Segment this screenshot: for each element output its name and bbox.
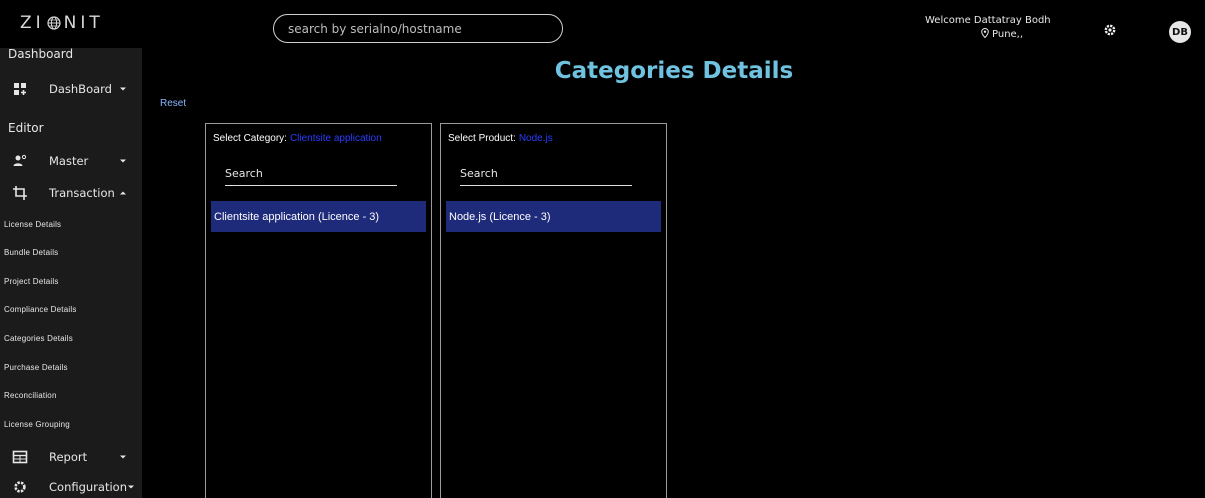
sidebar-item-dashboard-label: DashBoard bbox=[49, 82, 112, 96]
sidebar-subitem-project-details[interactable]: Project Details bbox=[4, 277, 59, 286]
category-panel-heading: Select Category: Clientsite application bbox=[213, 133, 382, 144]
sidebar-section-editor: Editor bbox=[8, 121, 44, 135]
category-heading-label: Select Category: bbox=[213, 133, 287, 144]
globe-icon bbox=[47, 16, 61, 30]
product-option[interactable]: Node.js (Licence - 3) bbox=[446, 201, 661, 232]
welcome-text: Welcome Dattatray Bodh bbox=[925, 15, 1051, 26]
transaction-icon bbox=[13, 186, 27, 200]
sidebar-subitem-purchase-details[interactable]: Purchase Details bbox=[4, 363, 68, 372]
sidebar-item-report-label: Report bbox=[49, 450, 88, 464]
chevron-down-icon bbox=[120, 159, 126, 163]
selected-category: Clientsite application bbox=[289, 133, 382, 144]
sidebar-item-master-label: Master bbox=[49, 154, 89, 168]
global-search[interactable] bbox=[273, 14, 563, 43]
product-panel: Select Product:Node.js Node.js (Licence … bbox=[440, 123, 667, 498]
location-text: Pune,, bbox=[992, 29, 1024, 40]
gear-icon bbox=[14, 481, 26, 493]
top-bar: ZI NIT Welcome Dattatray Bodh Pune,, DB bbox=[0, 0, 1205, 48]
category-panel: Select Category:Clientsite application C… bbox=[205, 123, 432, 498]
sidebar-subitem-compliance-details[interactable]: Compliance Details bbox=[4, 305, 77, 314]
product-search-field[interactable] bbox=[460, 162, 632, 186]
logo-text-right: NIT bbox=[63, 13, 104, 33]
sidebar: Dashboard DashBoard Editor Master Transa… bbox=[0, 48, 142, 498]
category-option[interactable]: Clientsite application (Licence - 3) bbox=[211, 201, 426, 232]
chevron-down-icon bbox=[128, 485, 134, 489]
global-search-input[interactable] bbox=[288, 21, 548, 36]
sidebar-item-transaction[interactable]: Transaction bbox=[0, 182, 142, 204]
sidebar-item-transaction-label: Transaction bbox=[49, 186, 115, 200]
settings-gear-icon[interactable] bbox=[1103, 23, 1117, 37]
product-search-input[interactable] bbox=[460, 162, 632, 184]
sidebar-item-configuration[interactable]: Configuration bbox=[0, 476, 142, 498]
sidebar-subitem-license-details[interactable]: License Details bbox=[4, 220, 61, 229]
sidebar-item-master[interactable]: Master bbox=[0, 150, 142, 172]
category-search-input[interactable] bbox=[225, 162, 397, 184]
sidebar-section-dashboard: Dashboard bbox=[8, 48, 74, 61]
sidebar-subitem-bundle-details[interactable]: Bundle Details bbox=[4, 248, 58, 257]
chevron-down-icon bbox=[120, 455, 126, 459]
sidebar-item-report[interactable]: Report bbox=[0, 446, 142, 468]
selected-product: Node.js bbox=[518, 133, 553, 144]
sidebar-subitem-reconciliation[interactable]: Reconciliation bbox=[4, 391, 57, 400]
user-greeting: Welcome Dattatray Bodh Pune,, bbox=[925, 14, 1065, 42]
sidebar-subitem-license-grouping[interactable]: License Grouping bbox=[4, 420, 70, 429]
users-icon bbox=[13, 154, 27, 166]
report-icon bbox=[12, 450, 28, 464]
product-heading-label: Select Product: bbox=[448, 133, 516, 144]
user-location: Pune,, bbox=[925, 27, 1065, 42]
app-logo[interactable]: ZI NIT bbox=[20, 13, 104, 33]
sidebar-item-configuration-label: Configuration bbox=[49, 480, 127, 494]
main-content: Categories Details Reset Select Category… bbox=[143, 48, 1205, 498]
reset-button[interactable]: Reset bbox=[160, 98, 186, 109]
user-avatar[interactable]: DB bbox=[1169, 21, 1191, 43]
sidebar-item-dashboard[interactable]: DashBoard bbox=[0, 78, 142, 100]
dashboard-icon bbox=[14, 83, 26, 95]
product-panel-heading: Select Product: Node.js bbox=[448, 133, 553, 144]
logo-text-left: ZI bbox=[20, 13, 45, 33]
location-pin-icon bbox=[981, 27, 989, 39]
chevron-down-icon bbox=[120, 87, 126, 91]
chevron-up-icon bbox=[120, 191, 126, 195]
page-title: Categories Details bbox=[554, 58, 794, 84]
category-search-field[interactable] bbox=[225, 162, 397, 186]
sidebar-subitem-categories-details[interactable]: Categories Details bbox=[4, 334, 73, 343]
